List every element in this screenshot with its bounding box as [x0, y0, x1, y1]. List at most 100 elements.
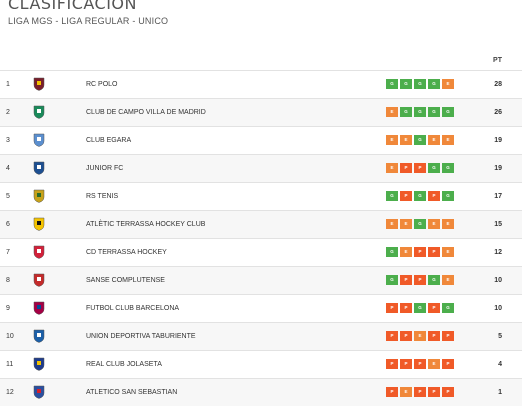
table-row[interactable]: 1 RC POLO G G G G E 28 [0, 70, 522, 98]
atletico-san-sebastian-crest-icon [33, 385, 45, 399]
form-result-badge: P [400, 303, 412, 313]
form-result-badge: P [400, 331, 412, 341]
form-result-badge: G [428, 79, 440, 89]
form-result-badge: G [386, 247, 398, 257]
team-name-link[interactable]: UNION DEPORTIVA TABURIENTE [86, 333, 196, 340]
form-result-badge: P [428, 387, 440, 397]
team-points: 1 [498, 389, 502, 396]
form-result-badge: E [386, 135, 398, 145]
form-result-badge: P [400, 275, 412, 285]
table-row[interactable]: 2 CLUB DE CAMPO VILLA DE MADRID E G G G G 26 [0, 98, 522, 126]
team-points: 28 [494, 81, 502, 88]
position-number: 11 [6, 361, 14, 368]
cd-terrassa-crest-icon [33, 245, 45, 259]
form-result-badge: E [428, 135, 440, 145]
form-result-badge: G [428, 275, 440, 285]
position-number: 3 [6, 137, 10, 144]
position-number: 4 [6, 165, 10, 172]
form-result-badge: E [442, 219, 454, 229]
team-name-link[interactable]: CLUB EGARA [86, 137, 131, 144]
recent-form: PPPEP [386, 359, 454, 369]
form-result-badge: P [442, 387, 454, 397]
recent-form: GGGGE [386, 79, 454, 89]
table-row[interactable]: 5 RS TENIS G P G P G 17 [0, 182, 522, 210]
form-result-badge: P [428, 247, 440, 257]
form-result-badge: E [428, 359, 440, 369]
form-result-badge: P [428, 191, 440, 201]
form-result-badge: G [414, 303, 426, 313]
recent-form: GPGPG [386, 191, 454, 201]
form-result-badge: E [442, 135, 454, 145]
page-title: CLASIFICACIÓN [8, 0, 137, 13]
form-result-badge: G [414, 219, 426, 229]
form-result-badge: G [400, 79, 412, 89]
team-points: 19 [494, 137, 502, 144]
table-row[interactable]: 12 ATLETICO SAN SEBASTIAN P E P P P 1 [0, 378, 522, 406]
form-result-badge: E [428, 219, 440, 229]
recent-form: PPEPP [386, 331, 454, 341]
form-result-badge: P [386, 331, 398, 341]
form-result-badge: G [386, 275, 398, 285]
team-name-link[interactable]: ATLÈTIC TERRASSA HOCKEY CLUB [86, 221, 205, 228]
junior-fc-crest-icon [33, 161, 45, 175]
form-result-badge: P [400, 359, 412, 369]
recent-form: EPPGG [386, 163, 454, 173]
table-row[interactable]: 4 JUNIOR FC E P P G G 19 [0, 154, 522, 182]
recent-form: EEGEE [386, 135, 454, 145]
form-result-badge: E [400, 219, 412, 229]
team-points: 10 [494, 277, 502, 284]
table-row[interactable]: 11 REAL CLUB JOLASETA P P P E P 4 [0, 350, 522, 378]
position-number: 12 [6, 389, 14, 396]
team-name-link[interactable]: SANSE COMPLUTENSE [86, 277, 165, 284]
form-result-badge: E [400, 247, 412, 257]
table-row[interactable]: 3 CLUB EGARA E E G E E 19 [0, 126, 522, 154]
recent-form: EGGGG [386, 107, 454, 117]
team-name-link[interactable]: RS TENIS [86, 193, 118, 200]
form-result-badge: E [386, 163, 398, 173]
club-egara-crest-icon [33, 133, 45, 147]
form-result-badge: G [442, 107, 454, 117]
rs-tenis-crest-icon [33, 189, 45, 203]
team-name-link[interactable]: CLUB DE CAMPO VILLA DE MADRID [86, 109, 206, 116]
form-result-badge: G [414, 107, 426, 117]
team-name-link[interactable]: REAL CLUB JOLASETA [86, 361, 162, 368]
team-points: 10 [494, 305, 502, 312]
team-points: 15 [494, 221, 502, 228]
form-result-badge: E [386, 107, 398, 117]
form-result-badge: P [386, 359, 398, 369]
table-row[interactable]: 10 UNION DEPORTIVA TABURIENTE P P E P P 5 [0, 322, 522, 350]
table-row[interactable]: 6 ATLÈTIC TERRASSA HOCKEY CLUB E E G E E 15 [0, 210, 522, 238]
form-result-badge: G [414, 135, 426, 145]
team-name-link[interactable]: JUNIOR FC [86, 165, 123, 172]
competition-subtitle: LIGA MGS - LIGA REGULAR - UNICO [8, 16, 169, 26]
form-result-badge: G [428, 163, 440, 173]
table-row[interactable]: 8 SANSE COMPLUTENSE G P P G E 10 [0, 266, 522, 294]
table-row[interactable]: 7 CD TERRASSA HOCKEY G E P P E 12 [0, 238, 522, 266]
team-points: 4 [498, 361, 502, 368]
team-name-link[interactable]: CD TERRASSA HOCKEY [86, 249, 167, 256]
sanse-complutense-crest-icon [33, 273, 45, 287]
form-result-badge: P [400, 191, 412, 201]
form-result-badge: G [442, 163, 454, 173]
team-name-link[interactable]: RC POLO [86, 81, 118, 88]
recent-form: PPGPG [386, 303, 454, 313]
form-result-badge: G [386, 191, 398, 201]
team-points: 26 [494, 109, 502, 116]
rc-polo-crest-icon [33, 77, 45, 91]
form-result-badge: G [442, 191, 454, 201]
form-result-badge: P [414, 275, 426, 285]
recent-form: GEPPE [386, 247, 454, 257]
form-result-badge: P [428, 331, 440, 341]
form-result-badge: G [442, 303, 454, 313]
form-result-badge: E [414, 331, 426, 341]
team-name-link[interactable]: ATLETICO SAN SEBASTIAN [86, 389, 177, 396]
table-row[interactable]: 9 FUTBOL CLUB BARCELONA P P G P G 10 [0, 294, 522, 322]
form-result-badge: P [414, 163, 426, 173]
position-number: 2 [6, 109, 10, 116]
team-name-link[interactable]: FUTBOL CLUB BARCELONA [86, 305, 179, 312]
recent-form: EEGEE [386, 219, 454, 229]
form-result-badge: P [386, 387, 398, 397]
position-number: 8 [6, 277, 10, 284]
position-number: 1 [6, 81, 10, 88]
recent-form: GPPGE [386, 275, 454, 285]
